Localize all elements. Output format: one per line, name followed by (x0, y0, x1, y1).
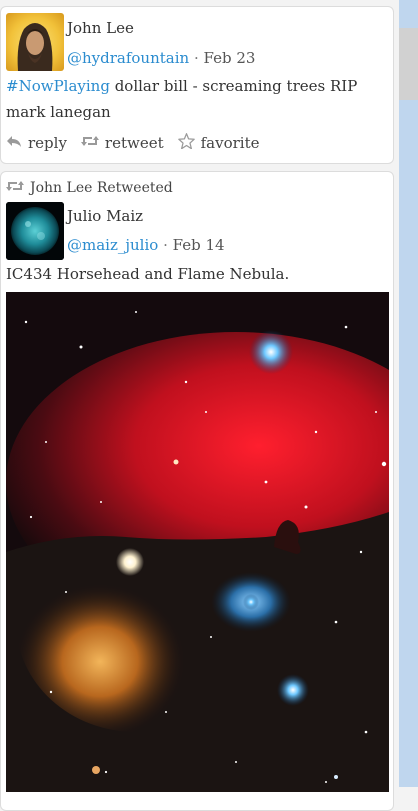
retweet-button[interactable]: retweet (80, 134, 164, 152)
tweet-date[interactable]: Feb 23 (204, 49, 256, 67)
timeline: John Lee @hydrafountain · Feb 23 #NowPla… (0, 0, 396, 811)
scrollbar-thumb[interactable] (399, 28, 418, 100)
reply-label: reply (28, 134, 67, 152)
meta-separator: · (193, 49, 199, 67)
scrollbar-track[interactable] (399, 0, 418, 787)
retweet-label: retweet (104, 134, 164, 152)
tweet-text: #NowPlaying dollar bill - screaming tree… (6, 73, 386, 125)
tweet-meta: @maiz_julio · Feb 14 (67, 236, 225, 254)
tweet-card[interactable]: John Lee Retweeted Julio Maiz @maiz_juli… (0, 171, 394, 811)
avatar[interactable] (6, 202, 64, 260)
author-name[interactable]: Julio Maiz (67, 207, 143, 225)
avatar[interactable] (6, 13, 64, 71)
favorite-button[interactable]: favorite (177, 133, 260, 153)
star-icon (177, 133, 201, 153)
reply-button[interactable]: reply (6, 134, 67, 152)
author-name[interactable]: John Lee (67, 19, 134, 37)
retweet-icon (80, 134, 105, 152)
tweet-meta: @hydrafountain · Feb 23 (67, 49, 255, 67)
tweet-actions: reply retweet favorite (6, 133, 274, 153)
retweet-indicator: John Lee Retweeted (6, 179, 173, 197)
author-handle-link[interactable]: @hydrafountain (67, 49, 189, 67)
tweet-text: IC434 Horsehead and Flame Nebula. (6, 265, 290, 283)
retweet-icon (6, 179, 30, 197)
favorite-label: favorite (200, 134, 260, 152)
reply-icon (6, 134, 28, 152)
tweet-card[interactable]: John Lee @hydrafountain · Feb 23 #NowPla… (0, 6, 394, 164)
meta-separator: · (163, 236, 168, 254)
tweet-date[interactable]: Feb 14 (173, 236, 225, 254)
author-handle-link[interactable]: @maiz_julio (67, 236, 158, 254)
retweeted-by-text[interactable]: John Lee Retweeted (30, 180, 173, 196)
hashtag-link[interactable]: #NowPlaying (6, 77, 110, 95)
tweet-image[interactable] (6, 292, 389, 792)
